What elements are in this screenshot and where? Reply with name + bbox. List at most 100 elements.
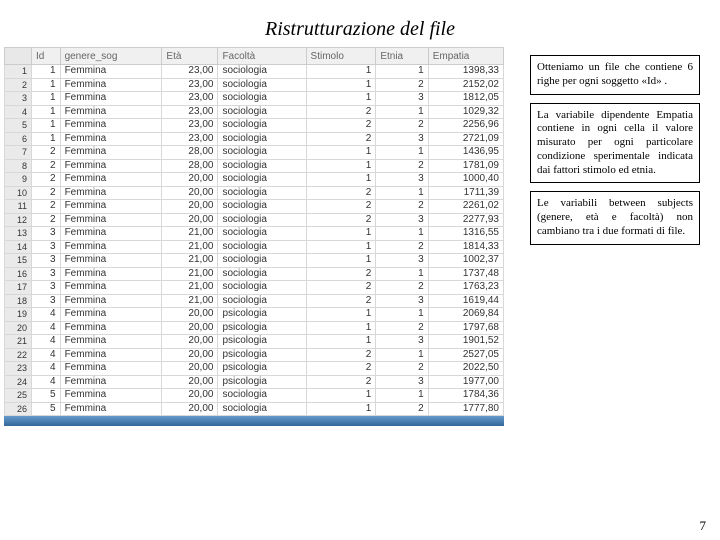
cell-facolta: sociologia xyxy=(218,105,306,119)
table-row: 51Femmina23,00sociologia222256,96 xyxy=(5,119,504,133)
cell-eta: 20,00 xyxy=(162,362,218,376)
cell-genere: Femmina xyxy=(60,78,162,92)
note-box-2: La variabile dipendente Empatia contiene… xyxy=(530,103,700,184)
cell-etnia: 3 xyxy=(376,213,428,227)
cell-stimolo: 1 xyxy=(306,173,376,187)
cell-facolta: sociologia xyxy=(218,267,306,281)
cell-etnia: 3 xyxy=(376,92,428,106)
table-row: 72Femmina28,00sociologia111436,95 xyxy=(5,146,504,160)
cell-stimolo: 2 xyxy=(306,348,376,362)
cell-id: 4 xyxy=(32,375,61,389)
cell-empatia: 1781,09 xyxy=(428,159,503,173)
cell-id: 2 xyxy=(32,186,61,200)
cell-facolta: sociologia xyxy=(218,240,306,254)
cell-id: 4 xyxy=(32,321,61,335)
table-row: 122Femmina20,00sociologia232277,93 xyxy=(5,213,504,227)
cell-id: 3 xyxy=(32,294,61,308)
cell-stimolo: 1 xyxy=(306,78,376,92)
cell-stimolo: 1 xyxy=(306,254,376,268)
cell-eta: 20,00 xyxy=(162,173,218,187)
cell-eta: 21,00 xyxy=(162,240,218,254)
cell-facolta: sociologia xyxy=(218,389,306,403)
cell-facolta: sociologia xyxy=(218,173,306,187)
table-row: 183Femmina21,00sociologia231619,44 xyxy=(5,294,504,308)
cell-id: 3 xyxy=(32,267,61,281)
cell-facolta: psicologia xyxy=(218,362,306,376)
cell-facolta: sociologia xyxy=(218,200,306,214)
cell-genere: Femmina xyxy=(60,186,162,200)
cell-id: 5 xyxy=(32,389,61,403)
row-number: 6 xyxy=(5,132,32,146)
cell-etnia: 1 xyxy=(376,267,428,281)
cell-eta: 21,00 xyxy=(162,281,218,295)
cell-facolta: sociologia xyxy=(218,92,306,106)
cell-empatia: 1797,68 xyxy=(428,321,503,335)
cell-etnia: 3 xyxy=(376,254,428,268)
table-row: 61Femmina23,00sociologia232721,09 xyxy=(5,132,504,146)
cell-etnia: 2 xyxy=(376,119,428,133)
cell-etnia: 2 xyxy=(376,281,428,295)
cell-eta: 20,00 xyxy=(162,213,218,227)
cell-eta: 21,00 xyxy=(162,227,218,241)
cell-stimolo: 2 xyxy=(306,213,376,227)
cell-etnia: 2 xyxy=(376,200,428,214)
page-number: 7 xyxy=(700,518,707,534)
cell-genere: Femmina xyxy=(60,362,162,376)
row-number: 21 xyxy=(5,335,32,349)
row-number: 3 xyxy=(5,92,32,106)
cell-etnia: 3 xyxy=(376,375,428,389)
cell-eta: 23,00 xyxy=(162,92,218,106)
cell-empatia: 1711,39 xyxy=(428,186,503,200)
table-row: 31Femmina23,00sociologia131812,05 xyxy=(5,92,504,106)
cell-facolta: sociologia xyxy=(218,186,306,200)
col-id: Id xyxy=(32,48,61,65)
cell-stimolo: 1 xyxy=(306,227,376,241)
cell-genere: Femmina xyxy=(60,389,162,403)
cell-stimolo: 1 xyxy=(306,240,376,254)
cell-id: 5 xyxy=(32,402,61,416)
cell-facolta: sociologia xyxy=(218,281,306,295)
cell-genere: Femmina xyxy=(60,200,162,214)
cell-stimolo: 1 xyxy=(306,335,376,349)
cell-eta: 21,00 xyxy=(162,294,218,308)
cell-id: 1 xyxy=(32,65,61,79)
notes-column: Otteniamo un file che contiene 6 righe p… xyxy=(530,55,700,253)
cell-etnia: 3 xyxy=(376,294,428,308)
col-eta: Età xyxy=(162,48,218,65)
table-row: 21Femmina23,00sociologia122152,02 xyxy=(5,78,504,92)
cell-eta: 23,00 xyxy=(162,105,218,119)
cell-genere: Femmina xyxy=(60,173,162,187)
table-row: 112Femmina20,00sociologia222261,02 xyxy=(5,200,504,214)
row-number: 24 xyxy=(5,375,32,389)
row-number: 12 xyxy=(5,213,32,227)
cell-genere: Femmina xyxy=(60,375,162,389)
row-number: 8 xyxy=(5,159,32,173)
col-empatia: Empatia xyxy=(428,48,503,65)
row-number: 13 xyxy=(5,227,32,241)
cell-etnia: 3 xyxy=(376,132,428,146)
cell-stimolo: 2 xyxy=(306,119,376,133)
cell-stimolo: 2 xyxy=(306,186,376,200)
cell-etnia: 1 xyxy=(376,105,428,119)
cell-stimolo: 2 xyxy=(306,281,376,295)
cell-etnia: 2 xyxy=(376,240,428,254)
cell-genere: Femmina xyxy=(60,146,162,160)
cell-facolta: sociologia xyxy=(218,159,306,173)
cell-facolta: sociologia xyxy=(218,227,306,241)
cell-stimolo: 1 xyxy=(306,146,376,160)
row-number: 22 xyxy=(5,348,32,362)
row-number: 20 xyxy=(5,321,32,335)
cell-eta: 20,00 xyxy=(162,402,218,416)
table-row: 143Femmina21,00sociologia121814,33 xyxy=(5,240,504,254)
cell-stimolo: 1 xyxy=(306,308,376,322)
cell-eta: 20,00 xyxy=(162,200,218,214)
cell-id: 4 xyxy=(32,335,61,349)
table-row: 244Femmina20,00psicologia231977,00 xyxy=(5,375,504,389)
cell-facolta: psicologia xyxy=(218,335,306,349)
cell-etnia: 1 xyxy=(376,146,428,160)
cell-etnia: 1 xyxy=(376,186,428,200)
table-body: 11Femmina23,00sociologia111398,3321Femmi… xyxy=(5,65,504,416)
cell-etnia: 2 xyxy=(376,321,428,335)
cell-empatia: 2527,05 xyxy=(428,348,503,362)
cell-genere: Femmina xyxy=(60,227,162,241)
